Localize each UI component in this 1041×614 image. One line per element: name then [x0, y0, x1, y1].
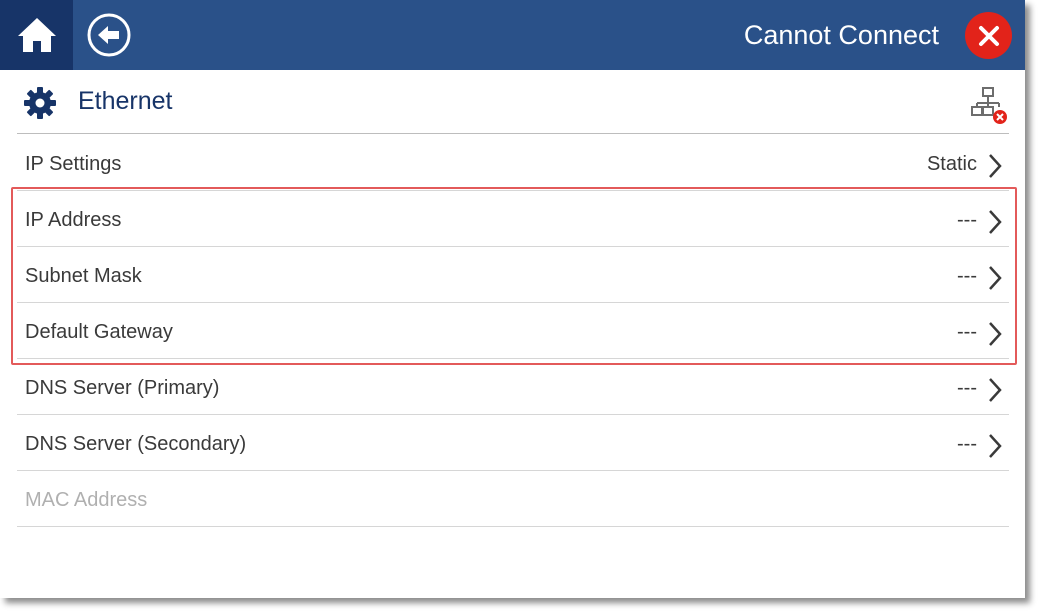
row-value: ---	[957, 433, 977, 455]
close-icon	[978, 25, 999, 46]
network-disconnected-icon	[971, 87, 1007, 124]
home-icon	[17, 18, 56, 52]
row-label: DNS Server (Secondary)	[25, 433, 247, 455]
settings-row-ip-settings[interactable]: IP Settings Static	[17, 135, 1009, 191]
section-title: Ethernet	[78, 87, 173, 115]
connection-error-button[interactable]	[965, 12, 1012, 59]
settings-row-dns-secondary[interactable]: DNS Server (Secondary) ---	[17, 415, 1009, 471]
settings-row-mac-address: MAC Address	[17, 471, 1009, 527]
connection-status-text: Cannot Connect	[743, 20, 939, 50]
chevron-right-icon	[989, 434, 1002, 458]
row-label: MAC Address	[25, 489, 148, 511]
settings-row-dns-primary[interactable]: DNS Server (Primary) ---	[17, 359, 1009, 415]
home-button[interactable]	[0, 0, 73, 70]
back-button[interactable]	[86, 12, 132, 58]
row-value: ---	[957, 377, 977, 399]
back-arrow-icon	[87, 13, 131, 57]
row-value: Static	[926, 153, 977, 175]
highlight-box	[11, 187, 1017, 365]
gear-icon	[24, 87, 56, 119]
section-header: Ethernet	[17, 70, 1009, 134]
top-bar: Cannot Connect	[0, 0, 1025, 70]
chevron-right-icon	[989, 154, 1002, 178]
chevron-right-icon	[989, 378, 1002, 402]
row-label: IP Settings	[25, 153, 122, 175]
row-label: DNS Server (Primary)	[25, 377, 220, 399]
